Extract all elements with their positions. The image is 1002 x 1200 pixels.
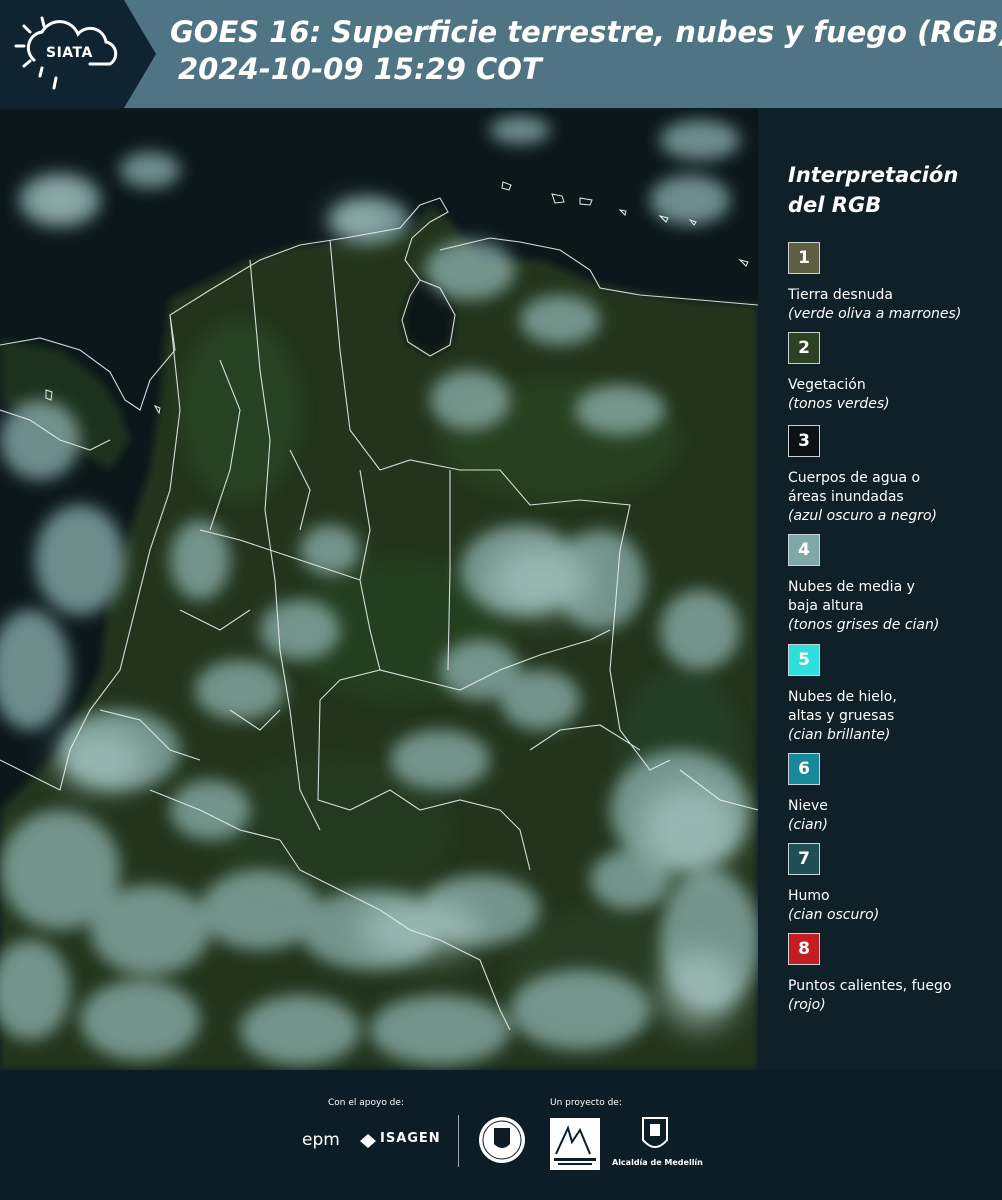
legend-description: (rojo) bbox=[788, 997, 826, 1013]
legend-swatch: 7 bbox=[788, 843, 820, 875]
legend-item-snow: 6 Nieve (cian) bbox=[788, 753, 998, 835]
legend-description: (cian oscuro) bbox=[788, 907, 880, 923]
legend-description: (cian) bbox=[788, 817, 828, 833]
legend-item-water: 3 Cuerpos de agua o áreas inundadas (azu… bbox=[788, 425, 998, 526]
footer-divider bbox=[458, 1115, 459, 1167]
legend-label: Tierra desnuda bbox=[788, 287, 893, 303]
legend-swatch: 2 bbox=[788, 332, 820, 364]
legend-swatch: 1 bbox=[788, 242, 820, 274]
legend-item-vegetation: 2 Vegetación (tonos verdes) bbox=[788, 332, 998, 414]
siata-logo: SIATA bbox=[0, 0, 158, 108]
epm-logo: epm bbox=[302, 1130, 340, 1150]
footer: Con el apoyo de: Un proyecto de: epm ISA… bbox=[0, 1070, 1002, 1200]
siata-logo-text: SIATA bbox=[46, 45, 93, 61]
isagen-logo-icon bbox=[360, 1134, 376, 1148]
legend-swatch: 8 bbox=[788, 933, 820, 965]
legend-description: (verde oliva a marrones) bbox=[788, 306, 962, 322]
legend-label: Cuerpos de agua o áreas inundadas bbox=[788, 470, 921, 505]
legend-title-line2: del RGB bbox=[788, 193, 882, 217]
legend-description: (azul oscuro a negro) bbox=[788, 508, 937, 524]
legend-label: Nieve bbox=[788, 798, 828, 814]
legend-label: Puntos calientes, fuego bbox=[788, 978, 952, 994]
legend-title-line1: Interpretación bbox=[788, 163, 959, 187]
title-datetime: 2024-10-09 15:29 COT bbox=[178, 52, 542, 86]
legend-label: Humo bbox=[788, 888, 830, 904]
support-label: Con el apoyo de: bbox=[328, 1098, 404, 1108]
title-product: GOES 16: Superficie terrestre, nubes y f… bbox=[170, 15, 1002, 49]
legend-swatch: 6 bbox=[788, 753, 820, 785]
legend-swatch: 3 bbox=[788, 425, 820, 457]
area-metropolitana-logo bbox=[550, 1118, 600, 1170]
legend-item-hotspots: 8 Puntos calientes, fuego (rojo) bbox=[788, 933, 998, 1015]
alcaldia-medellin-logo: Alcaldía de Medellín bbox=[612, 1158, 703, 1167]
isagen-logo: ISAGEN bbox=[380, 1131, 441, 1146]
satellite-map bbox=[0, 110, 758, 1070]
satellite-image bbox=[0, 110, 758, 1070]
alcaldia-shield-icon bbox=[642, 1117, 668, 1148]
page-title: GOES 16: Superficie terrestre, nubes y f… bbox=[170, 14, 1002, 88]
legend-title: Interpretación del RGB bbox=[788, 160, 958, 220]
legend-description: (cian brillante) bbox=[788, 727, 891, 743]
legend-swatch: 4 bbox=[788, 534, 820, 566]
legend-label: Nubes de hielo, altas y gruesas bbox=[788, 689, 897, 724]
university-seal-icon bbox=[479, 1117, 525, 1163]
legend-item-smoke: 7 Humo (cian oscuro) bbox=[788, 843, 998, 925]
legend-item-ice-clouds: 5 Nubes de hielo, altas y gruesas (cian … bbox=[788, 644, 998, 745]
header-bar: SIATA GOES 16: Superficie terrestre, nub… bbox=[0, 0, 1002, 108]
legend-description: (tonos grises de cian) bbox=[788, 617, 940, 633]
legend-swatch: 5 bbox=[788, 644, 820, 676]
legend-item-bare-land: 1 Tierra desnuda (verde oliva a marrones… bbox=[788, 242, 998, 324]
project-label: Un proyecto de: bbox=[550, 1098, 622, 1108]
legend-label: Nubes de media y baja altura bbox=[788, 579, 915, 614]
legend-label: Vegetación bbox=[788, 377, 866, 393]
legend-panel: Interpretación del RGB 1 Tierra desnuda … bbox=[758, 108, 1002, 1070]
legend-description: (tonos verdes) bbox=[788, 396, 890, 412]
legend-item-mid-low-clouds: 4 Nubes de media y baja altura (tonos gr… bbox=[788, 534, 998, 635]
